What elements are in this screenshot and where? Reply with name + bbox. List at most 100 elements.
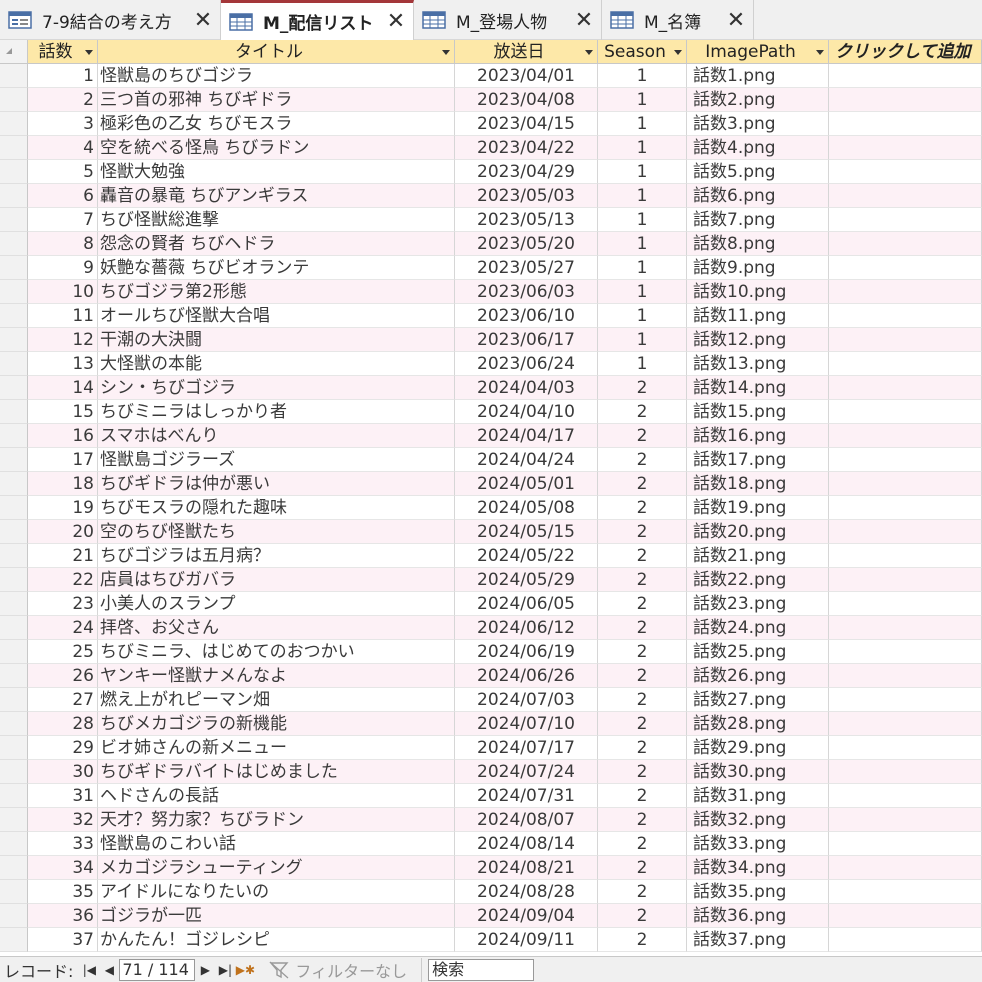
cell-imagepath[interactable]: 話数17.png (687, 448, 829, 472)
table-row[interactable]: 32 天才？努力家？ちびラドン 2024/08/07 2 話数32.png (0, 808, 982, 832)
cell-add-column[interactable] (829, 784, 982, 808)
cell-season[interactable]: 2 (598, 832, 687, 856)
cell-num[interactable]: 30 (28, 760, 98, 784)
previous-record-icon[interactable]: ◀ (99, 963, 119, 977)
cell-season[interactable]: 1 (598, 304, 687, 328)
table-row[interactable]: 28 ちびメカゴジラの新機能 2024/07/10 2 話数28.png (0, 712, 982, 736)
cell-imagepath[interactable]: 話数34.png (687, 856, 829, 880)
cell-title[interactable]: 怨念の賢者 ちびヘドラ (98, 232, 455, 256)
cell-add-column[interactable] (829, 328, 982, 352)
current-record-input[interactable]: 71 / 114 (119, 958, 196, 981)
cell-num[interactable]: 31 (28, 784, 98, 808)
cell-num[interactable]: 36 (28, 904, 98, 928)
tab-form-7-9[interactable]: 7-9結合の考え方 ✕ (0, 0, 221, 40)
cell-date[interactable]: 2023/04/22 (455, 136, 598, 160)
table-row[interactable]: 9 妖艶な薔薇 ちびビオランテ 2023/05/27 1 話数9.png (0, 256, 982, 280)
cell-date[interactable]: 2024/06/12 (455, 616, 598, 640)
cell-num[interactable]: 9 (28, 256, 98, 280)
record-selector[interactable] (0, 424, 28, 448)
cell-add-column[interactable] (829, 760, 982, 784)
record-selector[interactable] (0, 640, 28, 664)
cell-imagepath[interactable]: 話数33.png (687, 832, 829, 856)
cell-num[interactable]: 27 (28, 688, 98, 712)
cell-title[interactable]: 小美人のスランプ (98, 592, 455, 616)
cell-imagepath[interactable]: 話数10.png (687, 280, 829, 304)
cell-date[interactable]: 2023/05/03 (455, 184, 598, 208)
cell-date[interactable]: 2024/09/11 (455, 928, 598, 952)
cell-season[interactable]: 2 (598, 616, 687, 640)
cell-title[interactable]: 轟音の暴竜 ちびアンギラス (98, 184, 455, 208)
cell-num[interactable]: 18 (28, 472, 98, 496)
cell-title[interactable]: 空のちび怪獣たち (98, 520, 455, 544)
cell-num[interactable]: 29 (28, 736, 98, 760)
cell-season[interactable]: 1 (598, 328, 687, 352)
cell-date[interactable]: 2023/04/01 (455, 64, 598, 88)
table-row[interactable]: 8 怨念の賢者 ちびヘドラ 2023/05/20 1 話数8.png (0, 232, 982, 256)
cell-title[interactable]: ヤンキー怪獣ナメんなよ (98, 664, 455, 688)
table-row[interactable]: 1 怪獣島のちびゴジラ 2023/04/01 1 話数1.png (0, 64, 982, 88)
cell-date[interactable]: 2023/06/03 (455, 280, 598, 304)
record-selector[interactable] (0, 448, 28, 472)
table-row[interactable]: 7 ちび怪獣総進撃 2023/05/13 1 話数7.png (0, 208, 982, 232)
table-row[interactable]: 14 シン・ちびゴジラ 2024/04/03 2 話数14.png (0, 376, 982, 400)
cell-season[interactable]: 2 (598, 568, 687, 592)
cell-add-column[interactable] (829, 160, 982, 184)
cell-add-column[interactable] (829, 424, 982, 448)
cell-num[interactable]: 2 (28, 88, 98, 112)
table-row[interactable]: 37 かんたん！ゴジレシピ 2024/09/11 2 話数37.png (0, 928, 982, 952)
table-row[interactable]: 3 極彩色の乙女 ちびモスラ 2023/04/15 1 話数3.png (0, 112, 982, 136)
cell-imagepath[interactable]: 話数22.png (687, 568, 829, 592)
cell-add-column[interactable] (829, 568, 982, 592)
record-selector[interactable] (0, 664, 28, 688)
cell-season[interactable]: 2 (598, 376, 687, 400)
table-row[interactable]: 2 三つ首の邪神 ちびギドラ 2023/04/08 1 話数2.png (0, 88, 982, 112)
cell-add-column[interactable] (829, 184, 982, 208)
cell-date[interactable]: 2024/08/28 (455, 880, 598, 904)
cell-imagepath[interactable]: 話数37.png (687, 928, 829, 952)
cell-date[interactable]: 2024/07/10 (455, 712, 598, 736)
cell-imagepath[interactable]: 話数35.png (687, 880, 829, 904)
cell-add-column[interactable] (829, 112, 982, 136)
cell-date[interactable]: 2024/07/31 (455, 784, 598, 808)
cell-num[interactable]: 34 (28, 856, 98, 880)
record-selector[interactable] (0, 880, 28, 904)
tab-m-meibo[interactable]: M_名簿 ✕ (602, 0, 754, 40)
cell-imagepath[interactable]: 話数20.png (687, 520, 829, 544)
cell-num[interactable]: 13 (28, 352, 98, 376)
cell-num[interactable]: 12 (28, 328, 98, 352)
cell-title[interactable]: ちびミニラ、はじめてのおつかい (98, 640, 455, 664)
cell-imagepath[interactable]: 話数8.png (687, 232, 829, 256)
table-row[interactable]: 10 ちびゴジラ第2形態 2023/06/03 1 話数10.png (0, 280, 982, 304)
column-header-add[interactable]: クリックして追加 (829, 40, 982, 64)
table-row[interactable]: 29 ビオ姉さんの新メニュー 2024/07/17 2 話数29.png (0, 736, 982, 760)
cell-title[interactable]: ビオ姉さんの新メニュー (98, 736, 455, 760)
record-selector[interactable] (0, 208, 28, 232)
cell-season[interactable]: 2 (598, 928, 687, 952)
close-icon[interactable]: ✕ (725, 8, 747, 33)
cell-season[interactable]: 2 (598, 472, 687, 496)
cell-add-column[interactable] (829, 88, 982, 112)
cell-imagepath[interactable]: 話数2.png (687, 88, 829, 112)
cell-date[interactable]: 2024/07/24 (455, 760, 598, 784)
cell-add-column[interactable] (829, 832, 982, 856)
cell-imagepath[interactable]: 話数6.png (687, 184, 829, 208)
cell-title[interactable]: アイドルになりたいの (98, 880, 455, 904)
cell-title[interactable]: ちび怪獣総進撃 (98, 208, 455, 232)
cell-title[interactable]: かんたん！ゴジレシピ (98, 928, 455, 952)
cell-season[interactable]: 1 (598, 160, 687, 184)
cell-add-column[interactable] (829, 544, 982, 568)
cell-imagepath[interactable]: 話数18.png (687, 472, 829, 496)
last-record-icon[interactable]: ▶| (215, 963, 235, 977)
table-row[interactable]: 11 オールちび怪獣大合唱 2023/06/10 1 話数11.png (0, 304, 982, 328)
cell-num[interactable]: 21 (28, 544, 98, 568)
cell-date[interactable]: 2024/04/17 (455, 424, 598, 448)
chevron-down-icon[interactable] (85, 50, 93, 55)
cell-num[interactable]: 35 (28, 880, 98, 904)
cell-num[interactable]: 23 (28, 592, 98, 616)
cell-add-column[interactable] (829, 616, 982, 640)
cell-num[interactable]: 7 (28, 208, 98, 232)
new-record-icon[interactable]: ▶✱ (235, 963, 255, 977)
table-row[interactable]: 35 アイドルになりたいの 2024/08/28 2 話数35.png (0, 880, 982, 904)
cell-title[interactable]: シン・ちびゴジラ (98, 376, 455, 400)
chevron-down-icon[interactable] (585, 50, 593, 55)
